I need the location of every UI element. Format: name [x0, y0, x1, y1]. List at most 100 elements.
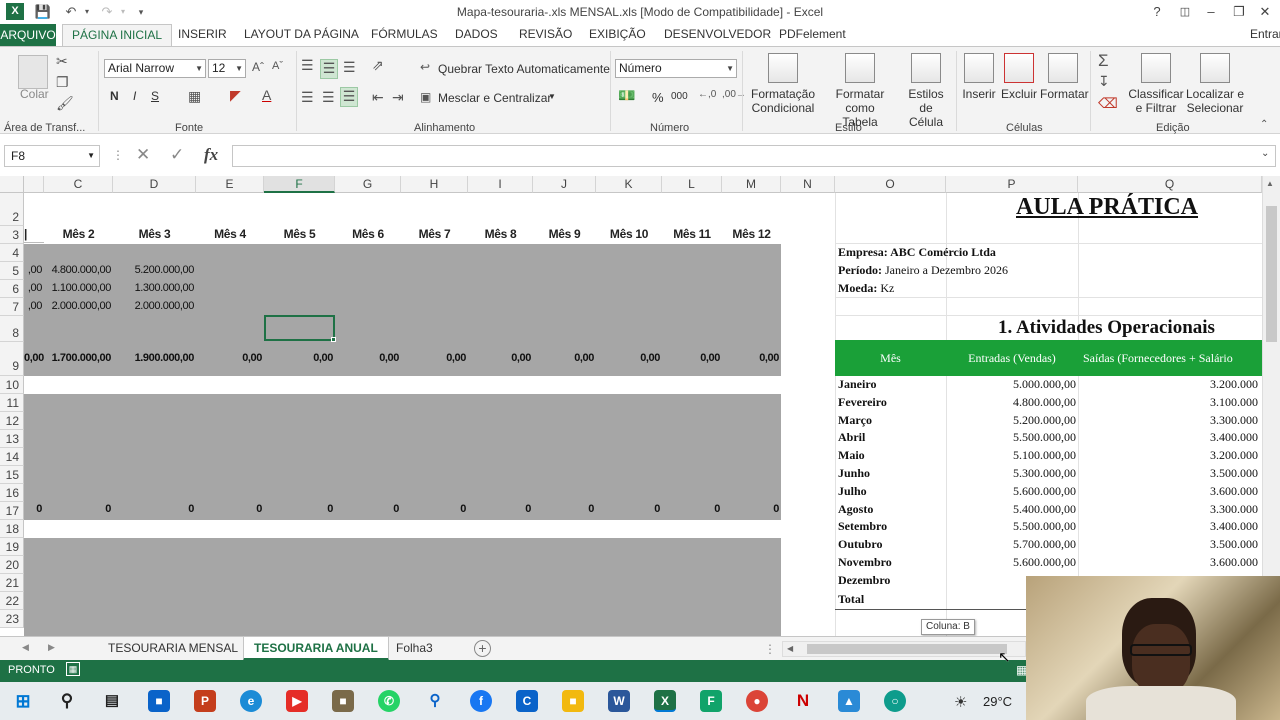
minimize-icon[interactable]: – — [1198, 2, 1224, 22]
row-header[interactable]: 12 — [0, 412, 24, 430]
worksheet-grid[interactable]: C D E F G H I J K L M N O P Q 2 3 4 5 6 … — [0, 176, 1262, 636]
column-header-i[interactable]: I — [468, 176, 533, 193]
chevron-down-icon[interactable]: ▼ — [548, 92, 556, 101]
row-header[interactable]: 9 — [0, 342, 24, 376]
number-format-combo[interactable]: Número ▼ — [615, 59, 737, 78]
font-color-icon[interactable]: A — [262, 87, 271, 103]
tab-dados[interactable]: DADOS — [455, 27, 498, 41]
column-header-h[interactable]: H — [401, 176, 468, 193]
tab-exibicao[interactable]: EXIBIÇÃO — [589, 27, 646, 41]
sheet-tab-tesouraria-mensal[interactable]: TESOURARIA MENSAL — [98, 637, 248, 661]
tab-pdfelement[interactable]: PDFelement — [779, 27, 846, 41]
column-header-n[interactable]: N — [781, 176, 835, 193]
app-icon-7[interactable]: ○ — [884, 690, 906, 712]
align-left-icon[interactable]: ☰ — [301, 89, 314, 106]
underline-button[interactable]: S — [151, 89, 159, 103]
paste-button[interactable]: Colar — [20, 87, 49, 101]
horizontal-scrollbar[interactable]: ◀ — [782, 641, 1026, 657]
format-painter-icon[interactable]: 🖌 — [56, 95, 74, 112]
facebook-icon[interactable]: f — [470, 690, 492, 712]
row-header[interactable]: 20 — [0, 556, 24, 574]
font-name-combo[interactable]: Arial Narrow ▼ — [104, 59, 206, 78]
row-header[interactable]: 4 — [0, 244, 24, 262]
increase-decimal-icon[interactable]: ←,0 — [698, 89, 716, 100]
row-header[interactable]: 23 — [0, 610, 24, 628]
app-icon-2[interactable]: ■ — [332, 690, 354, 712]
search-app-icon[interactable]: ⚲ — [424, 690, 446, 712]
row-header[interactable]: 22 — [0, 592, 24, 610]
align-right-icon[interactable]: ☰ — [340, 87, 358, 107]
italic-button[interactable]: I — [133, 89, 136, 103]
column-header-l[interactable]: L — [662, 176, 722, 193]
tab-revisao[interactable]: REVISÃO — [519, 27, 572, 41]
whatsapp-icon[interactable]: ✆ — [378, 690, 400, 712]
cell-styles-button[interactable]: Estilos de Célula — [900, 53, 952, 129]
vertical-scrollbar[interactable]: ▲ — [1262, 176, 1280, 636]
row-header[interactable]: 7 — [0, 298, 24, 316]
next-sheet-icon[interactable]: ▶ — [48, 642, 55, 653]
column-header-f[interactable]: F — [264, 176, 335, 193]
align-middle-icon[interactable]: ☰ — [320, 59, 338, 79]
chrome-icon[interactable]: ● — [746, 690, 768, 712]
row-header[interactable]: 6 — [0, 280, 24, 298]
app-icon-1[interactable]: ■ — [148, 690, 170, 712]
align-top-icon[interactable]: ☰ — [301, 57, 314, 74]
fill-icon[interactable]: ↧ — [1098, 73, 1110, 90]
insert-function-icon[interactable]: fx — [204, 145, 218, 165]
file-explorer-icon[interactable]: ■ — [562, 690, 584, 712]
prev-sheet-icon[interactable]: ◀ — [22, 642, 29, 653]
enter-icon[interactable]: ✓ — [170, 145, 184, 165]
formula-input[interactable] — [232, 145, 1276, 167]
close-icon[interactable]: ✕ — [1252, 2, 1278, 22]
row-header[interactable]: 11 — [0, 394, 24, 412]
collapse-ribbon-icon[interactable]: ⌃ — [1260, 119, 1268, 130]
row-header[interactable]: 15 — [0, 466, 24, 484]
font-size-combo[interactable]: 12 ▼ — [208, 59, 246, 78]
fill-handle[interactable] — [331, 337, 336, 342]
merge-center-button[interactable]: Mesclar e Centralizar — [438, 91, 551, 105]
align-center-icon[interactable]: ☰ — [322, 89, 335, 106]
row-header[interactable]: 14 — [0, 448, 24, 466]
insert-cells-button[interactable]: Inserir — [960, 53, 998, 101]
decrease-indent-icon[interactable]: ⇤ — [372, 89, 384, 106]
column-header-o[interactable]: O — [835, 176, 946, 193]
increase-font-icon[interactable]: Aˆ — [252, 60, 264, 74]
help-button[interactable]: ? — [1144, 2, 1170, 22]
word-icon[interactable]: W — [608, 690, 630, 712]
search-icon[interactable]: ⚲ — [56, 690, 78, 712]
edge-icon[interactable]: e — [240, 690, 262, 712]
youtube-icon[interactable]: ▶ — [286, 690, 308, 712]
cut-icon[interactable]: ✂ — [56, 53, 68, 70]
increase-indent-icon[interactable]: ⇥ — [392, 89, 404, 106]
tab-pagina-inicial[interactable]: PÁGINA INICIAL — [62, 24, 173, 47]
column-header-c[interactable]: C — [44, 176, 113, 193]
app-icon-3[interactable]: C — [516, 690, 538, 712]
percent-button[interactable]: % — [652, 90, 664, 105]
decrease-font-icon[interactable]: Aˇ — [272, 60, 283, 72]
row-header[interactable]: 19 — [0, 538, 24, 556]
column-header-k[interactable]: K — [596, 176, 662, 193]
row-header[interactable]: 5 — [0, 262, 24, 280]
thousands-button[interactable]: 000 — [671, 91, 688, 102]
column-header-e[interactable]: E — [196, 176, 264, 193]
sort-filter-button[interactable]: Classificar e Filtrar — [1128, 53, 1184, 115]
wrap-text-button[interactable]: Quebrar Texto Automaticamente — [438, 62, 610, 76]
restore-icon[interactable]: ❐ — [1226, 2, 1252, 22]
row-header[interactable]: 17 — [0, 502, 24, 520]
borders-icon[interactable]: ▦ — [188, 88, 201, 105]
row-header[interactable]: 2 — [0, 193, 24, 226]
tab-inserir[interactable]: INSERIR — [178, 27, 227, 41]
row-header[interactable]: 21 — [0, 574, 24, 592]
column-header-q[interactable]: Q — [1078, 176, 1262, 193]
format-cells-button[interactable]: Formatar — [1040, 53, 1089, 101]
row-header[interactable]: 8 — [0, 316, 24, 342]
column-header-p[interactable]: P — [946, 176, 1078, 193]
name-box[interactable]: F8 ▼ — [4, 145, 100, 167]
delete-cells-button[interactable]: Excluir — [1000, 53, 1038, 101]
currency-icon[interactable]: 💵 — [618, 87, 635, 104]
task-view-icon[interactable]: ▤ — [101, 690, 123, 712]
selected-cell-f8[interactable] — [264, 315, 335, 341]
tab-desenvolvedor[interactable]: DESENVOLVEDOR — [664, 27, 771, 41]
app-icon-4[interactable]: F — [700, 690, 722, 712]
fill-color-icon[interactable]: ◤ — [230, 87, 241, 104]
